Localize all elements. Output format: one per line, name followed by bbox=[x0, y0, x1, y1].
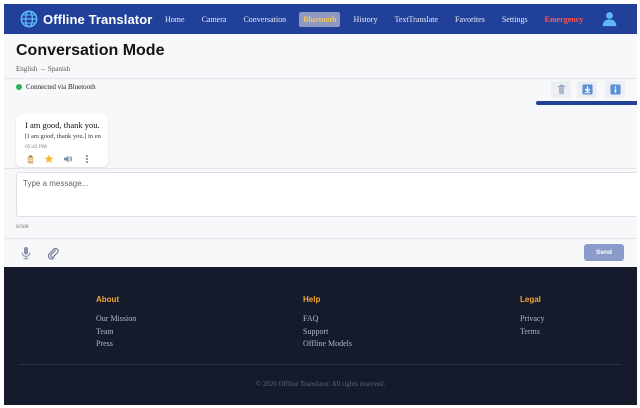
message-translation: [I am good, thank you.] in en bbox=[25, 133, 101, 140]
footer-link-faq[interactable]: FAQ bbox=[303, 313, 352, 326]
trash-icon bbox=[557, 84, 565, 95]
page-header: Conversation Mode English → Spanish bbox=[16, 42, 164, 73]
more-icon[interactable] bbox=[82, 154, 92, 164]
footer: About Our Mission Team Press Help FAQ Su… bbox=[4, 267, 637, 405]
divider bbox=[4, 78, 637, 79]
footer-heading: About bbox=[96, 295, 120, 304]
nav-item-settings[interactable]: Settings bbox=[498, 12, 532, 27]
language-pair[interactable]: English → Spanish bbox=[16, 65, 164, 73]
copy-icon[interactable] bbox=[25, 154, 35, 164]
divider bbox=[4, 168, 637, 169]
footer-link-press[interactable]: Press bbox=[96, 338, 136, 351]
attachment-icon[interactable] bbox=[46, 246, 60, 260]
message-actions bbox=[25, 154, 101, 164]
app-window: Offline Translator Home Camera Conversat… bbox=[4, 4, 637, 405]
footer-link-offline-models[interactable]: Offline Models bbox=[303, 338, 352, 351]
user-icon[interactable] bbox=[601, 10, 618, 27]
clear-button[interactable] bbox=[551, 81, 571, 98]
microphone-icon[interactable] bbox=[19, 246, 33, 260]
footer-link-our-mission[interactable]: Our Mission bbox=[96, 313, 136, 326]
speaker-icon[interactable] bbox=[63, 154, 73, 164]
nav-item-bluetooth[interactable]: Bluetooth bbox=[299, 11, 341, 27]
conversation-panel-edge bbox=[536, 101, 637, 105]
divider bbox=[4, 238, 637, 239]
copyright: © 2026 Offline Translator. All rights re… bbox=[255, 380, 386, 388]
top-navbar: Offline Translator Home Camera Conversat… bbox=[4, 4, 637, 34]
send-button[interactable]: Send bbox=[584, 244, 624, 261]
message-input[interactable] bbox=[16, 172, 637, 217]
brand[interactable]: Offline Translator bbox=[20, 10, 152, 28]
footer-heading: Help bbox=[303, 295, 321, 304]
app-title: Offline Translator bbox=[43, 11, 153, 27]
status-text: Connected via Bluetooth bbox=[26, 83, 96, 91]
message-time: 05:42 PM bbox=[25, 144, 47, 150]
footer-link-team[interactable]: Team bbox=[96, 326, 136, 339]
connection-status: Connected via Bluetooth bbox=[16, 83, 96, 91]
footer-divider bbox=[19, 364, 620, 365]
page-title: Conversation Mode bbox=[16, 42, 165, 59]
nav-item-home[interactable]: Home bbox=[161, 12, 189, 27]
footer-column-about: About Our Mission Team Press bbox=[96, 295, 136, 351]
footer-column-help: Help FAQ Support Offline Models bbox=[303, 295, 352, 351]
footer-link-privacy[interactable]: Privacy bbox=[520, 313, 544, 326]
nav-links: Home Camera Conversation Bluetooth Histo… bbox=[161, 4, 596, 34]
message-bubble: I am good, thank you. [I am good, thank … bbox=[16, 114, 108, 167]
info-button[interactable] bbox=[605, 81, 625, 98]
footer-link-support[interactable]: Support bbox=[303, 326, 352, 339]
download-icon bbox=[581, 84, 593, 95]
char-count: 0/500 bbox=[16, 224, 29, 230]
nav-item-favorites[interactable]: Favorites bbox=[451, 12, 489, 27]
download-button[interactable] bbox=[577, 81, 597, 98]
status-dot bbox=[16, 84, 22, 90]
nav-item-emergency[interactable]: Emergency bbox=[541, 12, 588, 27]
nav-item-camera[interactable]: Camera bbox=[198, 12, 231, 27]
star-icon[interactable] bbox=[44, 154, 54, 164]
info-icon bbox=[609, 84, 621, 95]
globe-icon bbox=[20, 10, 38, 28]
nav-item-history[interactable]: History bbox=[349, 12, 381, 27]
nav-item-texttranslate[interactable]: TextTranslate bbox=[390, 12, 442, 27]
footer-heading: Legal bbox=[520, 295, 541, 304]
message-text: I am good, thank you. bbox=[25, 120, 100, 130]
nav-item-conversation[interactable]: Conversation bbox=[239, 12, 290, 27]
footer-column-legal: Legal Privacy Terms bbox=[520, 295, 544, 338]
footer-link-terms[interactable]: Terms bbox=[520, 326, 544, 339]
